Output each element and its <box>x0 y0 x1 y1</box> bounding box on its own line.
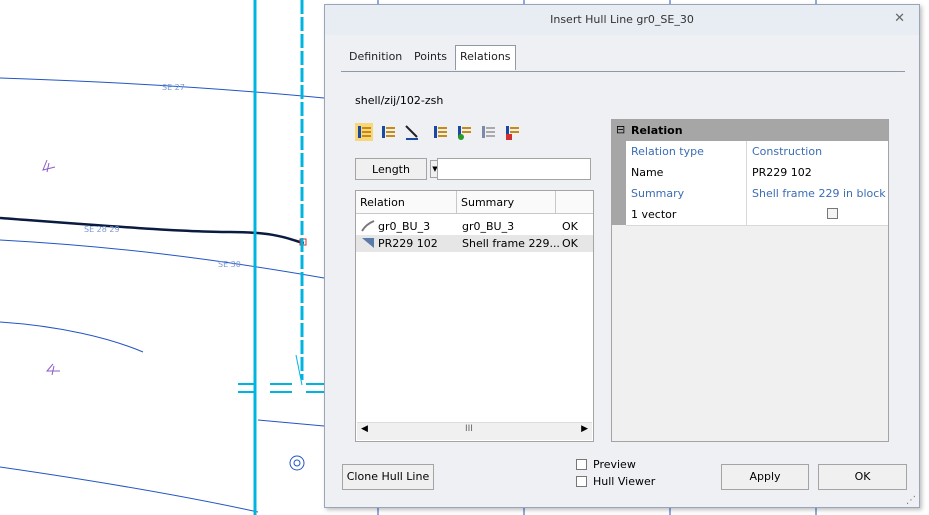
frame-icon <box>362 238 374 248</box>
scroll-thumb[interactable]: III <box>465 424 473 434</box>
property-value: PR229 102 <box>752 166 812 179</box>
move-up-icon[interactable] <box>431 123 449 141</box>
horizontal-scrollbar[interactable]: ◀ III ▶ <box>357 422 592 440</box>
scroll-right-icon[interactable]: ▶ <box>581 424 588 434</box>
curve-icon <box>361 220 375 232</box>
property-divider <box>746 141 747 162</box>
property-key: Relation type <box>631 145 704 158</box>
move-down-icon[interactable] <box>455 123 473 141</box>
dialog-title: Insert Hull Line gr0_SE_30 <box>550 13 694 26</box>
insert-relation-icon[interactable] <box>379 123 397 141</box>
ok-button[interactable]: OK <box>818 464 907 490</box>
selected-hull-line[interactable] <box>0 216 305 245</box>
resize-grip-icon[interactable]: ⋰ <box>906 495 916 506</box>
relation-summary: gr0_BU_3 <box>462 220 515 233</box>
length-dropdown[interactable]: Length <box>355 158 427 180</box>
category-label: Relation <box>631 124 683 137</box>
column-header-summary[interactable]: Summary <box>457 191 556 214</box>
property-row-vector[interactable]: 1 vector <box>626 204 888 226</box>
property-gutter <box>612 141 626 225</box>
close-icon[interactable]: ✕ <box>894 11 905 26</box>
object-path: shell/zij/102-zsh <box>355 94 444 107</box>
property-value: Shell frame 229 in block 1 <box>752 187 888 200</box>
vector-checkbox[interactable] <box>827 208 838 219</box>
preview-label: Preview <box>593 458 636 471</box>
target-icon <box>289 455 305 471</box>
property-key: 1 vector <box>631 208 677 221</box>
property-divider <box>746 183 747 204</box>
tab-relations[interactable]: Relations <box>455 45 516 70</box>
property-row-summary[interactable]: Summary Shell frame 229 in block 1 <box>626 183 888 205</box>
property-key: Name <box>631 166 664 179</box>
label-se30: SE 30 <box>218 260 241 269</box>
column-header-relation[interactable]: Relation <box>356 191 457 214</box>
title-bar[interactable]: Insert Hull Line gr0_SE_30 ✕ <box>325 5 919 35</box>
property-key: Summary <box>631 187 685 200</box>
property-divider <box>746 162 747 183</box>
table-row[interactable]: gr0_BU_3 gr0_BU_3 OK <box>356 218 593 235</box>
tab-strip-divider <box>341 71 905 72</box>
tab-points[interactable]: Points <box>410 46 451 68</box>
edit-pen-icon[interactable] <box>403 123 421 141</box>
collapse-icon[interactable]: ⊟ <box>616 123 625 136</box>
list-disabled-icon[interactable] <box>479 123 497 141</box>
property-category[interactable]: ⊟ Relation <box>612 120 888 141</box>
delete-relation-icon[interactable] <box>503 123 521 141</box>
filter-input[interactable] <box>437 158 591 180</box>
hull-lines <box>0 77 325 513</box>
table-row[interactable]: PR229 102 Shell frame 229... OK <box>356 235 593 252</box>
add-relation-icon[interactable] <box>355 123 373 141</box>
relations-grid: Relation Summary gr0_BU_3 gr0_BU_3 OK PR… <box>355 190 594 442</box>
property-row-relation-type[interactable]: Relation type Construction <box>626 141 888 163</box>
property-value: Construction <box>752 145 823 158</box>
dash-marks <box>238 383 324 393</box>
relation-name: gr0_BU_3 <box>378 220 431 233</box>
property-divider <box>746 204 747 225</box>
clone-hull-line-button[interactable]: Clone Hull Line <box>342 464 434 490</box>
property-row-name[interactable]: Name PR229 102 <box>626 162 888 184</box>
label-se27: SE 27 <box>162 83 185 92</box>
preview-checkbox[interactable] <box>576 459 587 470</box>
column-header-status[interactable] <box>556 191 593 214</box>
insert-hull-line-dialog: Insert Hull Line gr0_SE_30 ✕ Definition … <box>324 4 920 508</box>
relation-summary: Shell frame 229... <box>462 237 560 250</box>
relation-status: OK <box>562 220 578 233</box>
tab-definition[interactable]: Definition <box>345 46 406 68</box>
property-grid: ⊟ Relation Relation type Construction Na… <box>611 119 889 442</box>
scroll-left-icon[interactable]: ◀ <box>361 424 368 434</box>
apply-button[interactable]: Apply <box>721 464 809 490</box>
relation-name: PR229 102 <box>378 237 438 250</box>
purple-markers <box>42 159 60 376</box>
hull-viewer-checkbox[interactable] <box>576 476 587 487</box>
label-se28: SE 28 29 <box>84 225 120 234</box>
relation-status: OK <box>562 237 578 250</box>
hull-viewer-label: Hull Viewer <box>593 475 656 488</box>
